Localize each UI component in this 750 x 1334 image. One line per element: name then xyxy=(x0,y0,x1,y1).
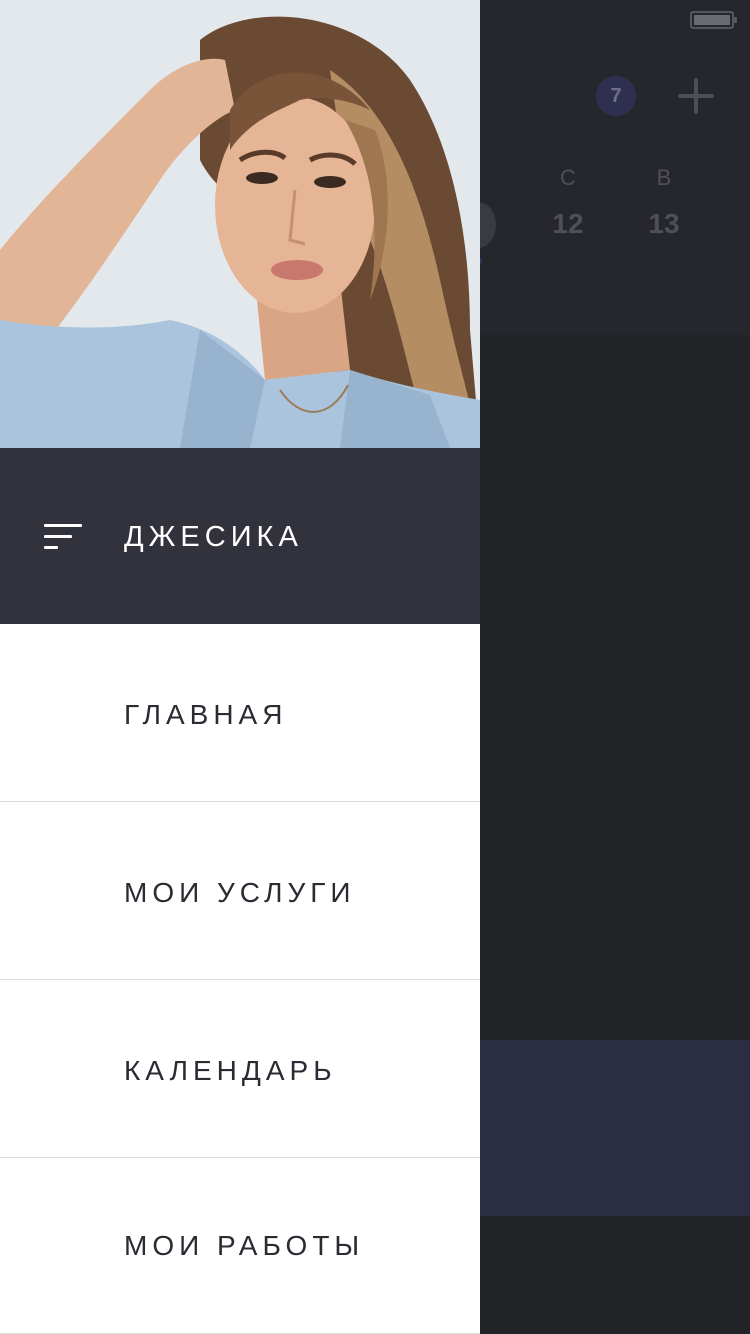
weekday-label: С xyxy=(560,165,576,190)
calendar-day[interactable]: 13 xyxy=(634,208,694,240)
menu-icon[interactable] xyxy=(44,524,82,550)
calendar-event-block[interactable] xyxy=(480,1040,750,1216)
profile-photo-illustration xyxy=(0,0,480,448)
side-drawer: ДЖЕСИКА ГЛАВНАЯ МОИ УСЛУГИ КАЛЕНДАРЬ МОИ… xyxy=(0,0,480,1334)
battery-icon xyxy=(690,11,737,29)
weekday-label: В xyxy=(656,165,672,190)
menu-item-label: КАЛЕНДАРЬ xyxy=(124,1055,337,1086)
menu-item-my-works[interactable]: МОИ РАБОТЫ xyxy=(0,1158,480,1334)
menu-item-label: МОИ РАБОТЫ xyxy=(124,1230,365,1261)
menu-item-home[interactable]: ГЛАВНАЯ xyxy=(0,624,480,802)
calendar-day[interactable]: 12 xyxy=(538,208,598,240)
menu-item-calendar[interactable]: КАЛЕНДАРЬ xyxy=(0,980,480,1158)
menu-icon-line xyxy=(44,535,72,538)
menu-item-label: ГЛАВНАЯ xyxy=(124,699,288,730)
profile-name: ДЖЕСИКА xyxy=(124,521,303,553)
menu-icon-line xyxy=(44,524,82,527)
notification-badge[interactable]: 7 xyxy=(596,76,636,116)
add-icon[interactable] xyxy=(678,78,714,114)
menu-item-my-services[interactable]: МОИ УСЛУГИ xyxy=(0,802,480,980)
menu-icon-line xyxy=(44,546,58,549)
menu-item-label: МОИ УСЛУГИ xyxy=(124,877,356,908)
profile-photo xyxy=(0,0,480,448)
